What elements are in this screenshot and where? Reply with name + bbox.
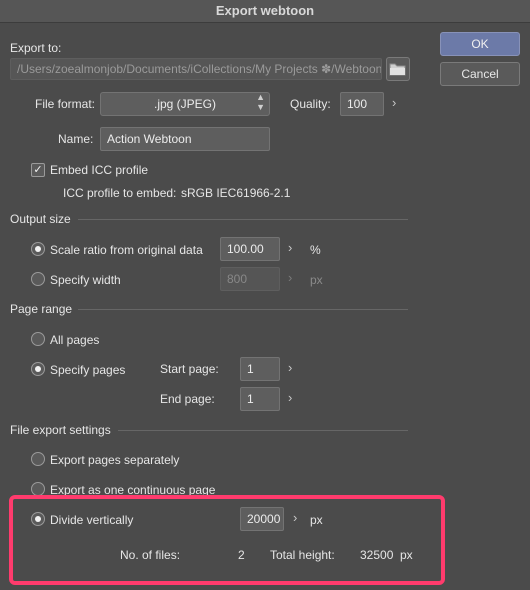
- file-format-value: .jpg (JPEG): [153, 97, 216, 111]
- file-format-select[interactable]: .jpg (JPEG) ▲ ▼: [100, 92, 270, 116]
- cancel-button[interactable]: Cancel: [440, 62, 520, 86]
- ok-button[interactable]: OK: [440, 32, 520, 56]
- dialog-title: Export webtoon: [215, 3, 315, 18]
- start-page-field[interactable]: 1: [240, 357, 280, 381]
- scale-ratio-field[interactable]: 100.00: [220, 237, 280, 261]
- specify-width-field[interactable]: 800: [220, 267, 280, 291]
- quality-field[interactable]: 100: [340, 92, 384, 116]
- name-field[interactable]: Action Webtoon: [100, 127, 270, 151]
- page-range-divider: [78, 309, 408, 310]
- all-pages-radio[interactable]: [31, 332, 45, 346]
- icc-profile-value: sRGB IEC61966-2.1: [181, 186, 291, 200]
- end-page-label: End page:: [160, 392, 215, 406]
- file-format-label: File format:: [35, 97, 96, 111]
- file-export-divider: [118, 430, 408, 431]
- specify-width-label: Specify width: [50, 273, 121, 287]
- specify-pages-radio[interactable]: [31, 362, 45, 376]
- quality-chevron-icon[interactable]: ›: [392, 95, 396, 110]
- embed-icc-label: Embed ICC profile: [50, 163, 149, 177]
- start-page-chevron-icon[interactable]: ›: [288, 360, 292, 375]
- export-to-label: Export to:: [10, 41, 62, 55]
- embed-icc-checkbox[interactable]: ✓: [31, 163, 45, 177]
- scale-ratio-radio[interactable]: [31, 242, 45, 256]
- highlight-annotation-box: [9, 495, 445, 585]
- all-pages-label: All pages: [50, 333, 100, 347]
- file-export-section-label: File export settings: [10, 423, 111, 437]
- export-continuous-radio[interactable]: [31, 482, 45, 496]
- browse-folder-button[interactable]: [386, 57, 410, 81]
- output-size-divider: [78, 219, 408, 220]
- end-page-chevron-icon[interactable]: ›: [288, 390, 292, 405]
- export-path-field[interactable]: /Users/zoealmonjob/Documents/iCollection…: [10, 58, 382, 80]
- specify-width-radio[interactable]: [31, 272, 45, 286]
- specify-pages-label: Specify pages: [50, 363, 126, 377]
- stepper-arrows-icon: ▲ ▼: [256, 92, 265, 112]
- quality-label: Quality:: [290, 97, 331, 111]
- name-label: Name:: [58, 132, 94, 146]
- page-range-section-label: Page range: [10, 302, 73, 316]
- folder-icon: [389, 63, 406, 76]
- specify-width-unit: px: [310, 273, 323, 287]
- start-page-label: Start page:: [160, 362, 219, 376]
- output-size-section-label: Output size: [10, 212, 71, 226]
- icc-profile-label: ICC profile to embed:: [63, 186, 177, 200]
- end-page-field[interactable]: 1: [240, 387, 280, 411]
- scale-ratio-unit: %: [310, 243, 321, 257]
- export-separately-label: Export pages separately: [50, 453, 180, 467]
- scale-ratio-chevron-icon[interactable]: ›: [288, 240, 292, 255]
- scale-ratio-label: Scale ratio from original data: [50, 243, 203, 257]
- specify-width-chevron-icon[interactable]: ›: [288, 270, 292, 285]
- export-separately-radio[interactable]: [31, 452, 45, 466]
